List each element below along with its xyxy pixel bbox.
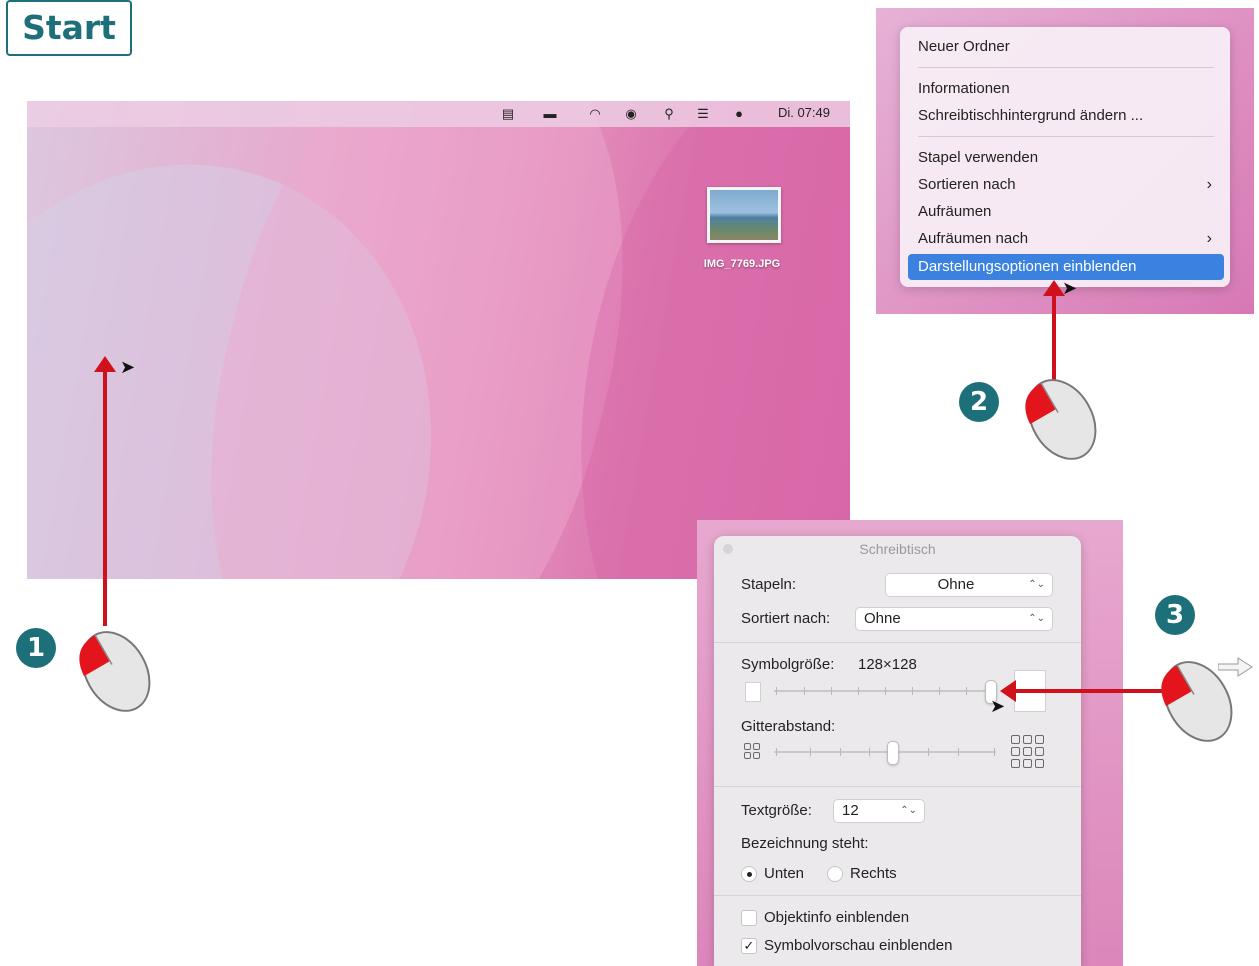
- menu-item-new-folder[interactable]: Neuer Ordner: [908, 34, 1224, 60]
- radio-bottom-label: Unten: [764, 865, 805, 882]
- radio-right[interactable]: [827, 866, 843, 882]
- updown-icon: ⌃⌄: [1028, 579, 1045, 590]
- grid-large-icon: [1011, 735, 1044, 768]
- mouse-icon: [79, 631, 151, 712]
- checkbox-item-info-label: Objektinfo einblenden: [764, 909, 910, 926]
- checkbox-icon-preview[interactable]: ✓: [741, 938, 757, 954]
- battery-icon[interactable]: ▬: [539, 107, 561, 121]
- mouse-pointer-icon: ➤: [120, 357, 136, 377]
- label-position-label: Bezeichnung steht:: [741, 835, 869, 852]
- grid-spacing-slider[interactable]: [774, 751, 996, 753]
- desktop-screenshot[interactable]: ▤ ▬ ◠ ◉ ⚲ ☰ ● Di. 07:49 IMG_7769.JPG ➤: [27, 101, 850, 579]
- menu-item-sort-by[interactable]: Sortieren nach ›: [908, 172, 1224, 198]
- menu-item-show-view-options[interactable]: Darstellungsoptionen einblenden: [908, 254, 1224, 280]
- red-arrow-head: [1043, 280, 1065, 296]
- menu-item-use-stacks[interactable]: Stapel verwenden: [908, 145, 1224, 171]
- chevron-right-icon: ›: [1206, 176, 1212, 193]
- menubar-clock[interactable]: Di. 07:49: [778, 105, 830, 120]
- drag-right-arrow-icon: [1218, 657, 1253, 677]
- red-arrow-head: [1000, 680, 1016, 702]
- view-options-panel: Schreibtisch Stapeln: Ohne ⌃⌄ Sortiert na…: [714, 536, 1081, 966]
- red-arrow-head: [94, 356, 116, 372]
- checkbox-item-info[interactable]: [741, 910, 757, 926]
- icon-size-slider[interactable]: [774, 690, 992, 692]
- icon-size-value: 128×128: [858, 656, 917, 673]
- grid-small-icon: [744, 743, 760, 759]
- file-label[interactable]: IMG_7769.JPG: [677, 258, 807, 270]
- step-number-3: 3: [1155, 595, 1195, 635]
- start-badge: Start: [6, 0, 132, 56]
- panel-title: Schreibtisch: [859, 541, 936, 557]
- text-size-label: Textgröße:: [741, 802, 812, 819]
- step-number-1: 1: [16, 628, 56, 668]
- grid-spacing-slider-knob[interactable]: [887, 741, 899, 765]
- sort-label: Sortiert nach:: [741, 610, 831, 627]
- chevron-right-icon: ›: [1206, 230, 1212, 247]
- window-icon[interactable]: ▤: [500, 107, 516, 121]
- search-icon[interactable]: ⚲: [661, 107, 677, 121]
- image-file-icon[interactable]: [707, 187, 781, 243]
- small-document-icon: [745, 682, 761, 702]
- red-arrow-line: [103, 366, 107, 626]
- menu-item-clean-up-by[interactable]: Aufräumen nach ›: [908, 226, 1224, 252]
- updown-icon: ⌃⌄: [900, 805, 917, 816]
- radio-bottom[interactable]: [741, 866, 757, 882]
- control-center-icon[interactable]: ☰: [695, 107, 711, 121]
- context-menu: Neuer Ordner Informationen Schreibtischh…: [900, 27, 1230, 287]
- checkbox-icon-preview-label: Symbolvorschau einblenden: [764, 937, 953, 954]
- grid-spacing-label: Gitterabstand:: [741, 718, 836, 735]
- updown-icon: ⌃⌄: [1028, 613, 1045, 624]
- menu-bar: ▤ ▬ ◠ ◉ ⚲ ☰ ● Di. 07:49: [27, 101, 850, 127]
- menu-item-clean-up[interactable]: Aufräumen: [908, 199, 1224, 225]
- icon-size-label: Symbolgröße:: [741, 656, 835, 673]
- radio-right-label: Rechts: [850, 865, 897, 882]
- user-icon[interactable]: ◉: [623, 107, 639, 121]
- mouse-icon: [1025, 379, 1097, 460]
- red-arrow-line: [1014, 689, 1162, 693]
- text-size-select[interactable]: 12 ⌃⌄: [833, 799, 925, 823]
- sort-select[interactable]: Ohne ⌃⌄: [855, 607, 1053, 631]
- stack-select[interactable]: Ohne ⌃⌄: [885, 573, 1053, 597]
- menu-item-change-wallpaper[interactable]: Schreibtischhintergrund ändern ...: [908, 103, 1224, 129]
- menu-item-info[interactable]: Informationen: [908, 76, 1224, 102]
- stack-label: Stapeln:: [741, 576, 797, 593]
- wifi-icon[interactable]: ◠: [587, 107, 603, 121]
- siri-icon[interactable]: ●: [731, 107, 747, 121]
- step-number-2: 2: [959, 382, 999, 422]
